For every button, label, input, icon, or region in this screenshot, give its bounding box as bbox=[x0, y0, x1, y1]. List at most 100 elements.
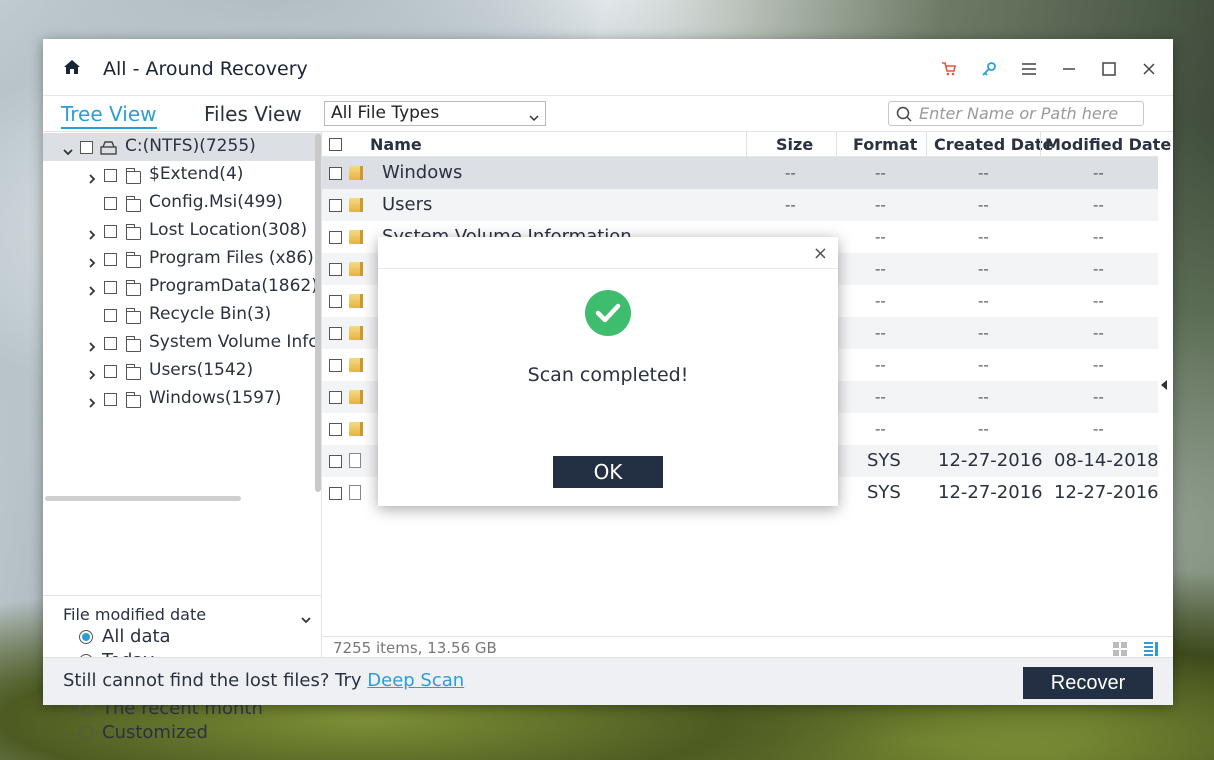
home-icon[interactable] bbox=[63, 59, 81, 75]
tree-item[interactable]: Lost Location(308) bbox=[43, 217, 322, 245]
dialog-close-icon[interactable]: × bbox=[813, 243, 828, 264]
chevron-right-icon[interactable] bbox=[88, 365, 96, 380]
tree-label: Users(1542) bbox=[149, 360, 254, 380]
row-checkbox[interactable] bbox=[329, 199, 342, 212]
tree-checkbox[interactable] bbox=[104, 365, 117, 378]
chevron-right-icon[interactable] bbox=[88, 393, 96, 408]
cell-format: -- bbox=[875, 324, 886, 342]
row-checkbox[interactable] bbox=[329, 231, 342, 244]
folder-icon bbox=[349, 262, 363, 276]
radio-button[interactable] bbox=[79, 630, 93, 644]
column-size[interactable]: Size bbox=[776, 135, 813, 154]
cell-modified: -- bbox=[1093, 388, 1104, 406]
tree-checkbox[interactable] bbox=[104, 197, 117, 210]
tree-item[interactable]: Windows(1597) bbox=[43, 385, 322, 413]
row-checkbox[interactable] bbox=[329, 359, 342, 372]
tab-tree-view[interactable]: Tree View bbox=[61, 102, 157, 129]
scan-complete-dialog: × Scan completed! OK bbox=[378, 237, 838, 506]
maximize-icon[interactable] bbox=[1100, 60, 1118, 78]
column-format[interactable]: Format bbox=[853, 135, 917, 154]
chevron-right-icon[interactable] bbox=[88, 281, 96, 296]
select-all-checkbox[interactable] bbox=[329, 138, 342, 151]
cell-name: Windows bbox=[382, 162, 463, 183]
cell-created: -- bbox=[978, 420, 989, 438]
chevron-right-icon[interactable] bbox=[88, 253, 96, 268]
column-separator bbox=[1040, 132, 1041, 157]
cell-format: -- bbox=[875, 292, 886, 310]
folder-icon bbox=[125, 308, 141, 324]
tree-label: Config.Msi(499) bbox=[149, 192, 283, 212]
row-checkbox[interactable] bbox=[329, 455, 342, 468]
cell-format: -- bbox=[875, 228, 886, 246]
success-check-icon bbox=[585, 290, 631, 336]
key-icon[interactable] bbox=[980, 60, 998, 78]
tree-checkbox[interactable] bbox=[104, 225, 117, 238]
dialog-message: Scan completed! bbox=[527, 364, 689, 386]
tree-checkbox[interactable] bbox=[104, 309, 117, 322]
deep-scan-link[interactable]: Deep Scan bbox=[367, 670, 464, 691]
folder-icon bbox=[125, 336, 141, 352]
column-modified[interactable]: Modified Date bbox=[1045, 135, 1171, 154]
table-row[interactable]: Windows -- -- -- -- bbox=[322, 157, 1158, 189]
chevron-down-icon[interactable] bbox=[301, 609, 311, 628]
tree-item[interactable]: System Volume Infc bbox=[43, 329, 322, 357]
recover-button[interactable]: Recover bbox=[1023, 667, 1153, 699]
cart-icon[interactable] bbox=[940, 60, 958, 78]
minimize-icon[interactable] bbox=[1060, 60, 1078, 78]
table-row[interactable]: Users -- -- -- -- bbox=[322, 189, 1158, 221]
folder-icon bbox=[349, 326, 363, 340]
tree-checkbox[interactable] bbox=[104, 281, 117, 294]
tree-checkbox[interactable] bbox=[104, 337, 117, 350]
tree-checkbox[interactable] bbox=[80, 141, 93, 154]
tree-item-root[interactable]: C:(NTFS)(7255) bbox=[43, 133, 322, 161]
row-checkbox[interactable] bbox=[329, 391, 342, 404]
row-checkbox[interactable] bbox=[329, 327, 342, 340]
search-input[interactable]: Enter Name or Path here bbox=[888, 101, 1144, 126]
tree-item[interactable]: Config.Msi(499) bbox=[43, 189, 322, 217]
row-checkbox[interactable] bbox=[329, 263, 342, 276]
cell-created: -- bbox=[978, 356, 989, 374]
tree-item[interactable]: Users(1542) bbox=[43, 357, 322, 385]
file-type-select[interactable]: All File Types bbox=[324, 101, 546, 126]
tree-checkbox[interactable] bbox=[104, 169, 117, 182]
row-checkbox[interactable] bbox=[329, 295, 342, 308]
tab-files-view[interactable]: Files View bbox=[204, 102, 302, 126]
folder-icon bbox=[125, 280, 141, 296]
folder-icon bbox=[125, 196, 141, 212]
chevron-down-icon[interactable] bbox=[63, 141, 73, 156]
folder-icon bbox=[349, 390, 363, 404]
folder-icon bbox=[349, 358, 363, 372]
chevron-right-icon[interactable] bbox=[88, 337, 96, 352]
folder-icon bbox=[125, 168, 141, 184]
column-name[interactable]: Name bbox=[370, 135, 422, 154]
row-checkbox[interactable] bbox=[329, 423, 342, 436]
tree-vertical-scrollbar[interactable] bbox=[315, 134, 321, 492]
ok-button[interactable]: OK bbox=[553, 456, 663, 488]
tree-item[interactable]: Recycle Bin(3) bbox=[43, 301, 322, 329]
tree-item[interactable]: ProgramData(1862) bbox=[43, 273, 322, 301]
row-checkbox[interactable] bbox=[329, 167, 342, 180]
column-created[interactable]: Created Date bbox=[934, 135, 1053, 154]
close-icon[interactable] bbox=[1140, 60, 1158, 78]
menu-icon[interactable] bbox=[1020, 60, 1038, 78]
cell-created: -- bbox=[978, 388, 989, 406]
radio-button[interactable] bbox=[79, 726, 93, 740]
status-bar: 7255 items, 13.56 GB bbox=[322, 636, 1173, 657]
tree-checkbox[interactable] bbox=[104, 253, 117, 266]
column-separator bbox=[926, 132, 927, 157]
cell-modified: -- bbox=[1093, 292, 1104, 310]
cell-modified: -- bbox=[1093, 260, 1104, 278]
tree-item[interactable]: Program Files (x86)( bbox=[43, 245, 322, 273]
tree-horizontal-scrollbar[interactable] bbox=[45, 496, 241, 501]
tree-checkbox[interactable] bbox=[104, 393, 117, 406]
cell-format: -- bbox=[875, 260, 886, 278]
collapse-preview-icon[interactable] bbox=[1161, 380, 1167, 390]
row-checkbox[interactable] bbox=[329, 487, 342, 500]
filter-title: File modified date bbox=[63, 605, 207, 624]
chevron-right-icon[interactable] bbox=[88, 169, 96, 184]
file-type-selected: All File Types bbox=[331, 103, 440, 123]
search-icon bbox=[896, 106, 912, 126]
tree-item[interactable]: $Extend(4) bbox=[43, 161, 322, 189]
chevron-right-icon[interactable] bbox=[88, 225, 96, 240]
cell-modified: -- bbox=[1093, 164, 1104, 182]
